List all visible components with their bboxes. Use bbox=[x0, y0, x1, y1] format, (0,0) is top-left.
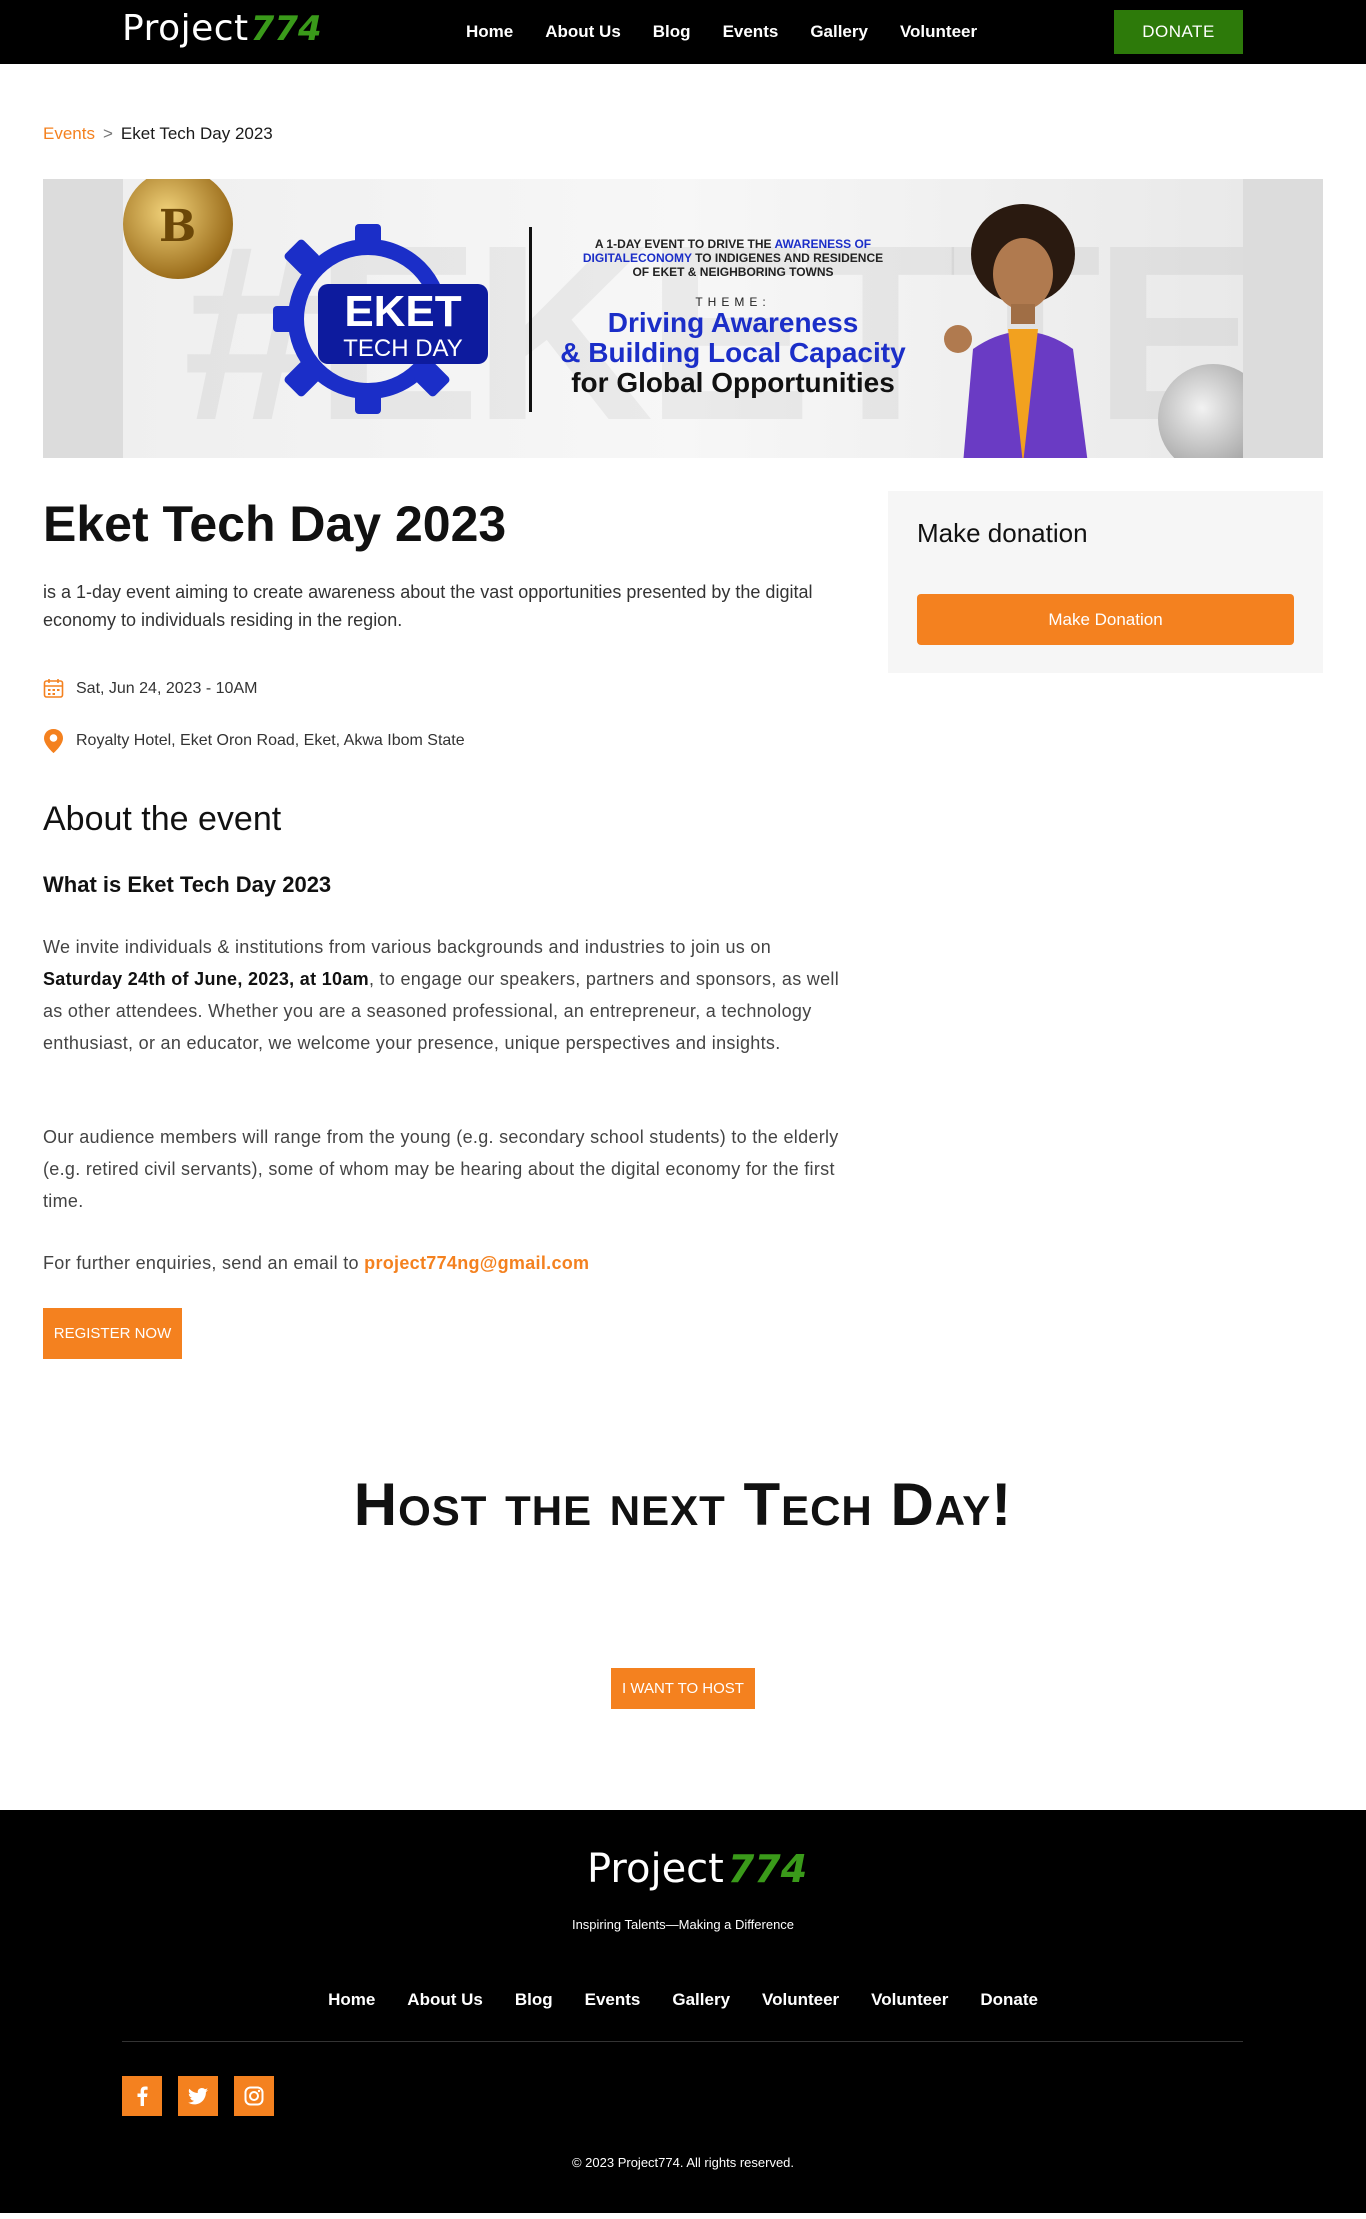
instagram-icon bbox=[244, 2086, 264, 2106]
contact-email-link[interactable]: project774ng@gmail.com bbox=[364, 1253, 589, 1273]
footer-nav-events[interactable]: Events bbox=[585, 1990, 641, 2010]
event-summary: is a 1-day event aiming to create awaren… bbox=[43, 582, 813, 630]
event-location: Royalty Hotel, Eket Oron Road, Eket, Akw… bbox=[76, 732, 465, 749]
site-footer: Project 774 Inspiring Talents—Making a D… bbox=[0, 1810, 1366, 2213]
breadcrumb: Events > Eket Tech Day 2023 bbox=[43, 124, 273, 144]
facebook-link[interactable] bbox=[122, 2076, 162, 2116]
banner-person-image bbox=[944, 204, 1088, 458]
twitter-icon bbox=[188, 2087, 208, 2104]
banner-tagline-highlight2: DIGITALECONOMY bbox=[582, 251, 692, 265]
host-next-tech-day-heading: Host the next Tech Day! bbox=[353, 1471, 1013, 1538]
footer-logo-word: Project bbox=[587, 1846, 724, 1892]
enquiries-text: For further enquiries, send an email to bbox=[43, 1253, 365, 1273]
site-logo[interactable]: Project 774 bbox=[122, 8, 322, 49]
breadcrumb-separator: > bbox=[102, 124, 113, 143]
nav-home[interactable]: Home bbox=[466, 22, 513, 42]
make-donation-button[interactable]: Make Donation bbox=[917, 594, 1294, 645]
donation-card: Make donation Make Donation bbox=[888, 491, 1323, 673]
donate-button[interactable]: DONATE bbox=[1114, 10, 1243, 54]
nav-blog[interactable]: Blog bbox=[653, 22, 691, 42]
main-nav: Home About Us Blog Events Gallery Volunt… bbox=[466, 0, 1009, 64]
banner-tagline-part3: OF EKET & NEIGHBORING TOWNS bbox=[632, 265, 834, 279]
footer-nav-gallery[interactable]: Gallery bbox=[672, 1990, 730, 2010]
about-event-heading: About the event bbox=[43, 800, 282, 838]
banner-tagline: A 1-DAY EVENT TO DRIVE THE AWARENESS OF … bbox=[553, 237, 913, 279]
footer-nav-about-us[interactable]: About Us bbox=[407, 1990, 483, 2010]
banner-tagline-part1: A 1-DAY EVENT TO DRIVE THE bbox=[594, 237, 772, 251]
banner-theme-line1: Driving Awareness bbox=[607, 307, 859, 338]
banner-logo-bottom-text: TECH DAY bbox=[343, 335, 463, 362]
event-banner: #EKETTECH B EKET TECH DAY A 1-DAY EVENT … bbox=[43, 179, 1323, 458]
banner-theme-line3: for Global Opportunities bbox=[571, 367, 895, 398]
nav-gallery[interactable]: Gallery bbox=[810, 22, 868, 42]
calendar-icon bbox=[43, 679, 64, 698]
nav-volunteer[interactable]: Volunteer bbox=[900, 22, 977, 42]
facebook-icon bbox=[137, 2086, 148, 2106]
footer-nav-blog[interactable]: Blog bbox=[515, 1990, 553, 2010]
footer-nav-volunteer-2[interactable]: Volunteer bbox=[871, 1990, 948, 2010]
footer-divider bbox=[122, 2041, 1243, 2042]
footer-logo[interactable]: Project 774 bbox=[587, 1846, 807, 1892]
nav-about-us[interactable]: About Us bbox=[545, 22, 621, 42]
logo-number: 774 bbox=[250, 9, 322, 49]
banner-artwork: #EKETTECH B EKET TECH DAY A 1-DAY EVENT … bbox=[123, 179, 1243, 458]
nav-events[interactable]: Events bbox=[723, 22, 779, 42]
event-enquiries-paragraph: For further enquiries, send an email to … bbox=[43, 1247, 843, 1279]
banner-logo-top-text: EKET bbox=[344, 287, 461, 336]
footer-nav-volunteer[interactable]: Volunteer bbox=[762, 1990, 839, 2010]
banner-tagline-highlight1: AWARENESS OF bbox=[774, 237, 872, 251]
register-now-button[interactable]: REGISTER NOW bbox=[43, 1308, 182, 1359]
eket-tech-day-logo: EKET TECH DAY bbox=[273, 224, 488, 414]
banner-divider bbox=[529, 227, 532, 412]
p1-event-datetime: Saturday 24th of June, 2023, at 10am bbox=[43, 969, 369, 989]
logo-word: Project bbox=[122, 8, 249, 49]
banner-theme-line2: & Building Local Capacity bbox=[560, 337, 906, 368]
event-location-row: Royalty Hotel, Eket Oron Road, Eket, Akw… bbox=[43, 728, 465, 754]
breadcrumb-current: Eket Tech Day 2023 bbox=[120, 124, 273, 143]
instagram-link[interactable] bbox=[234, 2076, 274, 2116]
footer-nav-donate[interactable]: Donate bbox=[980, 1990, 1038, 2010]
banner-tagline-part2: TO INDIGENES AND RESIDENCE bbox=[695, 251, 884, 265]
event-description-paragraph-2: Our audience members will range from the… bbox=[43, 1127, 839, 1211]
site-header: Project 774 Home About Us Blog Events Ga… bbox=[0, 0, 1366, 64]
breadcrumb-events-link[interactable]: Events bbox=[43, 124, 95, 144]
event-date-row: Sat, Jun 24, 2023 - 10AM bbox=[43, 678, 257, 699]
footer-nav: Home About Us Blog Events Gallery Volunt… bbox=[0, 1970, 1366, 2030]
location-pin-icon bbox=[44, 729, 63, 753]
copyright-text: © 2023 Project774. All rights reserved. bbox=[571, 2155, 795, 2170]
twitter-link[interactable] bbox=[178, 2076, 218, 2116]
footer-tagline: Inspiring Talents—Making a Difference bbox=[571, 1917, 795, 1932]
donation-card-title: Make donation bbox=[917, 518, 1088, 548]
event-date: Sat, Jun 24, 2023 - 10AM bbox=[76, 679, 258, 697]
footer-logo-number: 774 bbox=[727, 1847, 808, 1891]
p1-text-start: We invite individuals & institutions fro… bbox=[43, 937, 772, 957]
event-description-paragraph-1: We invite individuals & institutions fro… bbox=[43, 931, 843, 1059]
event-title: Eket Tech Day 2023 bbox=[43, 496, 507, 552]
footer-nav-home[interactable]: Home bbox=[328, 1990, 375, 2010]
what-is-heading: What is Eket Tech Day 2023 bbox=[43, 872, 332, 897]
i-want-to-host-button[interactable]: I WANT TO HOST bbox=[611, 1668, 755, 1709]
